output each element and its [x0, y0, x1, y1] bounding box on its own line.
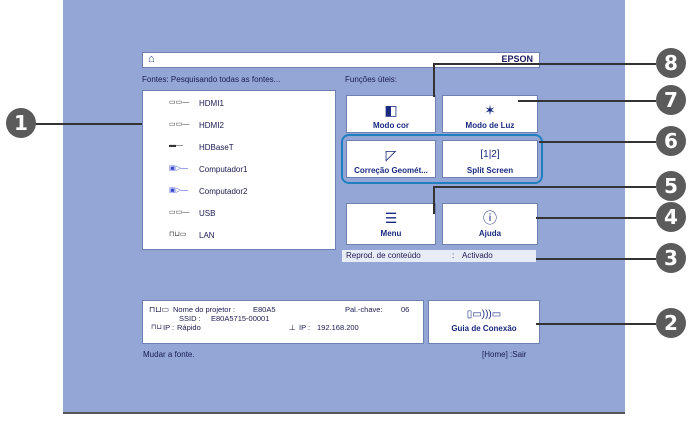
help-button[interactable]: ⓘ Ajuda [442, 203, 538, 245]
wifi-ip-icon: ⊓⊔ [151, 324, 162, 331]
help-icon: ⓘ [483, 210, 497, 226]
source-label: HDMI1 [199, 99, 224, 108]
projector-name-value: E80A5 [253, 305, 276, 314]
source-label: USB [199, 209, 216, 218]
callout-5: 5 [656, 171, 686, 201]
source-item-hdbaset[interactable]: ▬— HDBaseT [143, 137, 335, 159]
source-label: Computador2 [199, 187, 248, 196]
callout-2: 2 [656, 308, 686, 338]
status-label: Reprod. de conteúdo [346, 251, 421, 260]
hdbaset-icon: ▬— [169, 142, 183, 149]
functions-label: Funções úteis: [345, 75, 398, 84]
callout-line-6 [539, 141, 656, 143]
status-separator: : [452, 251, 455, 260]
ssid-label: SSID : [179, 314, 201, 323]
source-item-lan[interactable]: ⊓⊔▭ LAN [143, 225, 335, 247]
ip-label: IP : [299, 323, 311, 332]
callout-line-2 [536, 323, 656, 325]
highlight-ring [341, 134, 543, 184]
source-item-hdmi2[interactable]: ▭▭— HDMI2 [143, 115, 335, 137]
ip-mode-value: Rápido [177, 323, 201, 332]
help-label: Ajuda [478, 229, 502, 238]
hdmi-icon: ▭▭— [169, 121, 190, 128]
lan-icon: ⊓⊔▭ [169, 231, 187, 238]
callout-line-8 [433, 63, 656, 65]
footer-hint: Mudar a fonte. [143, 350, 195, 359]
top-bar: ⌂ EPSON [142, 52, 540, 68]
projector-name-label: Nome do projetor : [173, 305, 236, 314]
source-label: Computador1 [199, 165, 248, 174]
usb-icon: ▭▭— [169, 209, 190, 216]
callout-line-1 [34, 123, 142, 125]
connection-guide-button[interactable]: ▯▭)))▭ Guia de Conexão [428, 300, 540, 344]
callout-line-7 [518, 100, 656, 102]
ip-value: 192.168.200 [317, 323, 359, 332]
menu-button[interactable]: ☰ Menu [346, 203, 436, 245]
passphrase-value: 06 [401, 305, 410, 314]
callout-1: 1 [6, 108, 36, 138]
callout-6: 6 [656, 126, 686, 156]
vga-icon: ▣▷— [169, 187, 188, 194]
callout-line-8-vertical [433, 63, 435, 97]
menu-icon: ☰ [384, 210, 398, 226]
connection-guide-label: Guia de Conexão [451, 324, 517, 333]
source-list: ▭▭— HDMI1 ▭▭— HDMI2 ▬— HDBaseT ▣▷— Compu… [142, 90, 336, 250]
hdmi-icon: ▭▭— [169, 99, 190, 106]
color-mode-button[interactable]: ◧ Modo cor [346, 95, 436, 133]
home-icon[interactable]: ⌂ [148, 53, 155, 65]
source-label: HDMI2 [199, 121, 224, 130]
passphrase-label: Pal.-chave: [345, 305, 383, 314]
vga-icon: ▣▷— [169, 165, 188, 172]
network-info-panel: ⊓⊔▭ Nome do projetor : E80A5 SSID : E80A… [142, 300, 424, 344]
wired-lan-icon: ⊥ [289, 323, 296, 332]
source-item-computador2[interactable]: ▣▷— Computador2 [143, 181, 335, 203]
color-mode-icon: ◧ [384, 102, 398, 118]
callout-line-3 [536, 258, 656, 260]
light-mode-label: Modo de Luz [465, 121, 515, 130]
callout-7: 7 [656, 85, 686, 115]
ip-mode-label: IP : [163, 323, 175, 332]
menu-label: Menu [380, 229, 402, 238]
sources-label: Fontes: Pesquisando todas as fontes... [142, 75, 281, 84]
source-label: LAN [199, 231, 215, 240]
callout-line-5 [433, 186, 656, 188]
ssid-value: E80A5715-00001 [211, 314, 270, 323]
status-value: Activado [462, 251, 493, 260]
callout-line-5-vertical [433, 186, 435, 214]
callout-3: 3 [656, 243, 686, 273]
connection-guide-icon: ▯▭)))▭ [466, 309, 502, 320]
source-item-hdmi1[interactable]: ▭▭— HDMI1 [143, 93, 335, 115]
callout-8: 8 [656, 48, 686, 78]
light-mode-icon: ✶ [484, 102, 496, 118]
source-item-usb[interactable]: ▭▭— USB [143, 203, 335, 225]
callout-line-4 [536, 217, 656, 219]
callout-4: 4 [656, 202, 686, 232]
network-icon: ⊓⊔▭ [149, 305, 170, 314]
content-playback-status: Reprod. de conteúdo : Activado [342, 250, 536, 262]
source-label: HDBaseT [199, 143, 234, 152]
color-mode-label: Modo cor [373, 121, 409, 130]
source-item-computador1[interactable]: ▣▷— Computador1 [143, 159, 335, 181]
footer-exit-hint: [Home] :Sair [482, 350, 527, 359]
